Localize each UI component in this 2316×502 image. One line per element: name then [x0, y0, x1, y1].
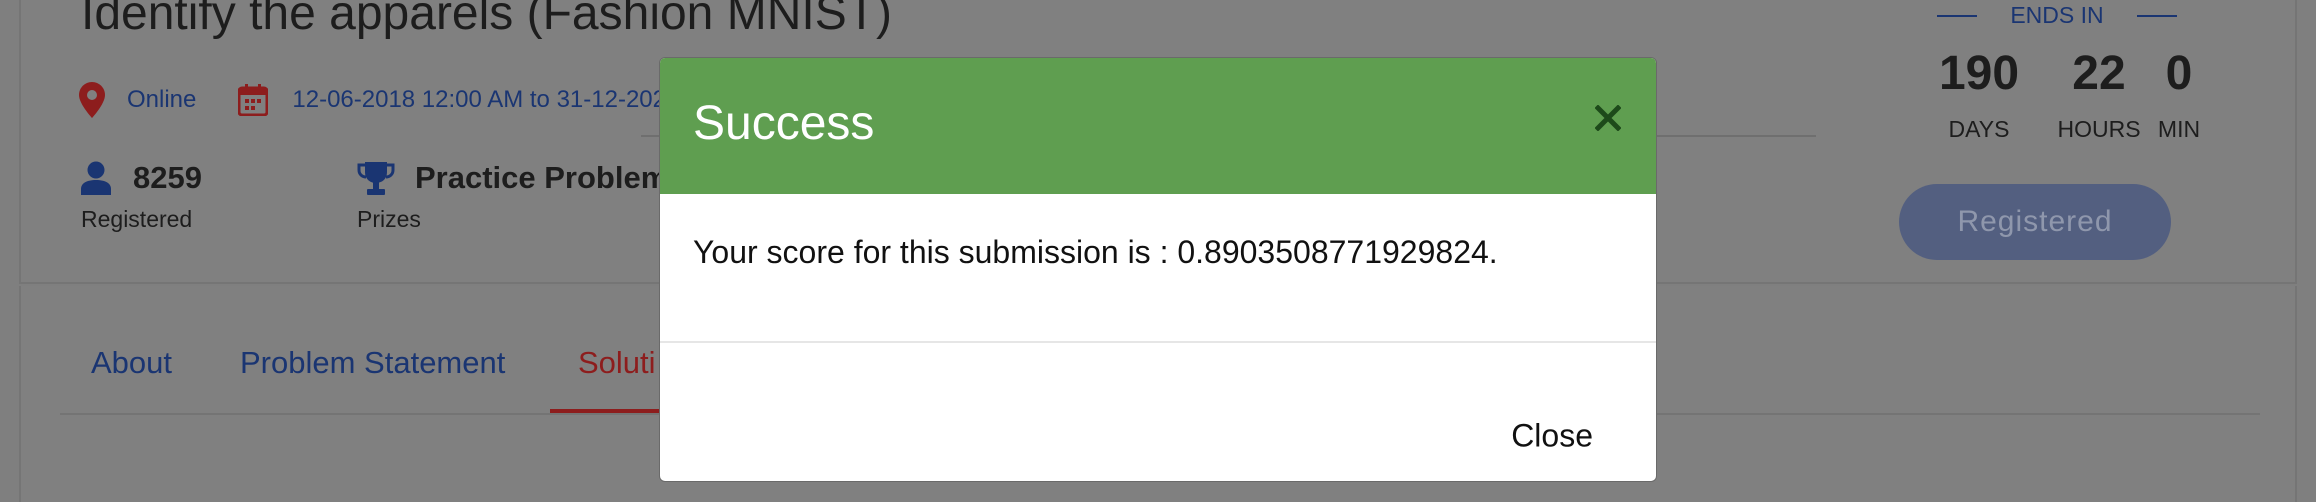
modal-header: Success [660, 58, 1656, 194]
ends-in-line-right [2136, 14, 2177, 17]
registered-stat: 8259 Registered [81, 158, 202, 233]
registered-label: Registered [81, 206, 193, 232]
modal-message: Your score for this submission is : 0.89… [693, 234, 1498, 270]
tab-problem-statement[interactable]: Problem Statement [240, 345, 505, 413]
person-icon [81, 161, 111, 195]
contest-dates: 12-06-2018 12:00 AM to 31-12-2024 [292, 86, 680, 113]
prizes-stat: Practice Problem Prizes [357, 158, 668, 233]
close-x-glyph [1595, 105, 1621, 131]
countdown-min-label: MIN [2157, 116, 2201, 142]
page-title: Identify the apparels (Fashion MNIST) [81, 0, 893, 40]
ends-in-line-left [1937, 14, 1977, 17]
location-link[interactable]: Online [127, 86, 196, 114]
contest-meta-row: Online 12-06-2018 12:00 AM to 31-12-2024 [79, 80, 679, 120]
ends-in-heading: ENDS IN [1937, 2, 2177, 29]
countdown-min-value: 0 [2165, 47, 2193, 100]
ends-in-label: ENDS IN [2010, 2, 2104, 28]
modal-close-button[interactable]: Close [1503, 412, 1601, 461]
modal-title: Success [693, 97, 875, 150]
calendar-icon [238, 84, 269, 116]
tab-about[interactable]: About [91, 345, 172, 413]
success-modal: Success Your score for this submission i… [659, 57, 1657, 482]
prizes-label: Prizes [357, 206, 421, 232]
registered-button[interactable]: Registered [1899, 184, 2171, 260]
trophy-icon [357, 162, 395, 195]
location-pin-icon [79, 82, 105, 118]
close-icon[interactable] [1588, 98, 1628, 138]
registered-count: 8259 [133, 160, 202, 195]
prizes-value: Practice Problem [415, 160, 669, 195]
